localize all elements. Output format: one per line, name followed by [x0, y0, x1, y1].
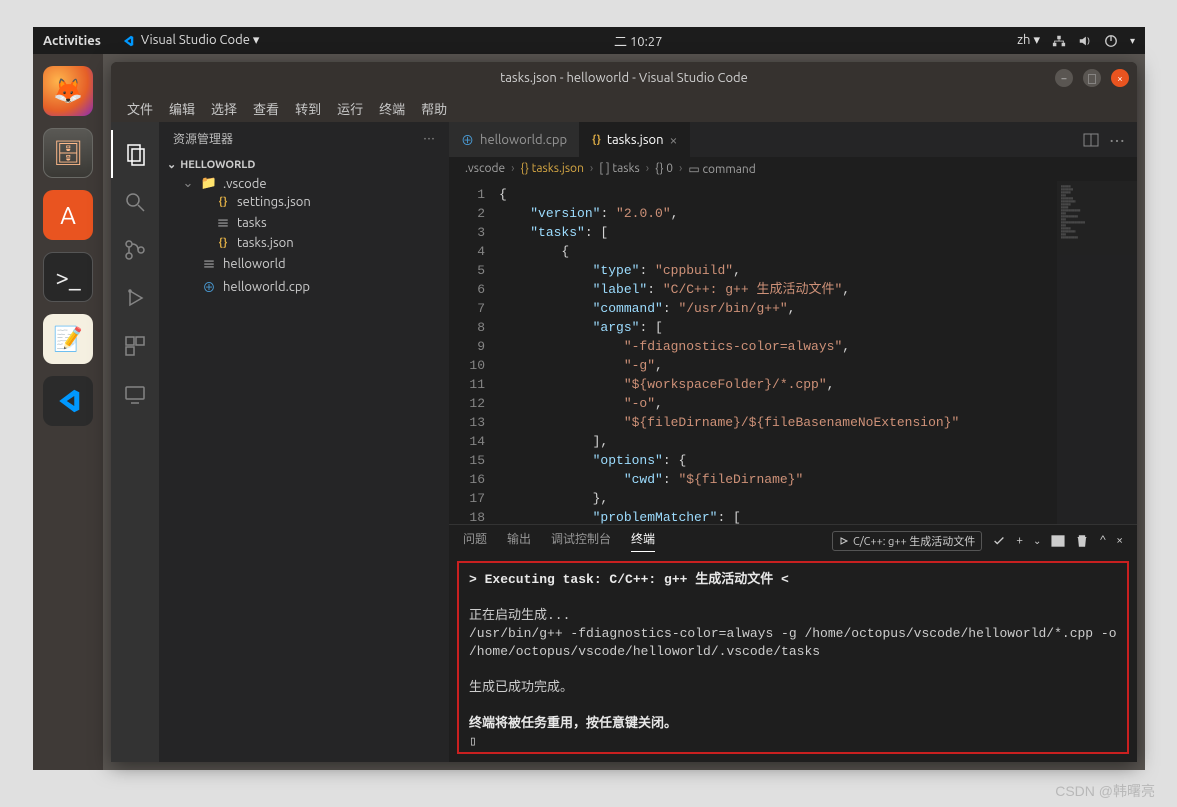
dock-software[interactable]: A: [43, 190, 93, 240]
activity-remote[interactable]: [111, 370, 159, 418]
editor-more-icon[interactable]: ⋯: [1109, 128, 1125, 152]
tree-root[interactable]: ⌄HELLOWORLD: [167, 155, 441, 174]
panel-close-icon[interactable]: ×: [1116, 534, 1123, 547]
activity-debug[interactable]: [111, 274, 159, 322]
terminal-output[interactable]: > Executing task: C/C++: g++ 生成活动文件 < 正在…: [457, 561, 1129, 754]
activity-bar: [111, 122, 159, 762]
terminal-new-icon[interactable]: +: [1016, 534, 1023, 547]
watermark: CSDN @韩曙亮: [1055, 781, 1155, 801]
vscode-window: tasks.json - helloworld - Visual Studio …: [111, 62, 1137, 762]
menu-file[interactable]: 文件: [119, 99, 161, 118]
editor-tabs: ⊕helloworld.cpp{}tasks.json× ⋯: [449, 122, 1137, 157]
sidebar-more-icon[interactable]: ⋯: [423, 130, 435, 147]
menu-edit[interactable]: 编辑: [161, 99, 203, 118]
app-menu[interactable]: Visual Studio Code ▾: [121, 33, 260, 48]
dock-texteditor[interactable]: 📝: [43, 314, 93, 364]
minimap[interactable]: ████████████████████████████████████████…: [1057, 181, 1137, 524]
tree-item[interactable]: {}settings.json: [167, 193, 441, 211]
menu-terminal[interactable]: 终端: [371, 99, 413, 118]
tree-item[interactable]: ⌄📁.vscode: [167, 174, 441, 193]
panel-tab-terminal[interactable]: 终端: [631, 530, 655, 552]
tree-item[interactable]: ≡helloworld: [167, 252, 441, 275]
window-titlebar[interactable]: tasks.json - helloworld - Visual Studio …: [111, 62, 1137, 94]
terminal-task-label[interactable]: C/C++: g++ 生成活动文件: [832, 531, 982, 551]
window-maximize[interactable]: □: [1083, 69, 1101, 87]
split-editor-icon[interactable]: [1083, 132, 1099, 148]
input-method[interactable]: zh ▾: [1017, 33, 1040, 48]
menu-help[interactable]: 帮助: [413, 99, 455, 118]
network-icon[interactable]: [1052, 34, 1066, 48]
editor-area: ⊕helloworld.cpp{}tasks.json× ⋯ .vscode› …: [449, 122, 1137, 762]
menu-go[interactable]: 转到: [287, 99, 329, 118]
code-editor[interactable]: 123456789101112131415161718 { "version":…: [449, 181, 1137, 524]
window-close[interactable]: ×: [1111, 69, 1129, 87]
editor-tab[interactable]: {}tasks.json×: [580, 122, 690, 157]
activity-scm[interactable]: [111, 226, 159, 274]
breadcrumb[interactable]: .vscode› {} tasks.json› [ ] tasks› {} 0›…: [449, 157, 1137, 181]
panel-tab-output[interactable]: 输出: [507, 530, 531, 551]
panel-tab-problems[interactable]: 问题: [463, 530, 487, 551]
bottom-panel: 问题 输出 调试控制台 终端 C/C++: g++ 生成活动文件: [449, 524, 1137, 762]
vscode-icon: [121, 34, 135, 48]
menubar: 文件 编辑 选择 查看 转到 运行 终端 帮助: [111, 94, 1137, 122]
activities-button[interactable]: Activities: [43, 34, 101, 48]
dock-vscode[interactable]: [43, 376, 93, 426]
editor-tab[interactable]: ⊕helloworld.cpp: [449, 122, 580, 157]
volume-icon[interactable]: [1078, 34, 1092, 48]
dock-terminal[interactable]: >_: [43, 252, 93, 302]
gnome-top-panel: Activities Visual Studio Code ▾ 二 10:27 …: [33, 27, 1145, 54]
terminal-dropdown-icon[interactable]: ⌄: [1033, 535, 1041, 547]
activity-explorer[interactable]: [111, 130, 159, 178]
activity-search[interactable]: [111, 178, 159, 226]
terminal-check-icon[interactable]: [992, 534, 1006, 548]
tree-item[interactable]: ⊕helloworld.cpp: [167, 275, 441, 298]
ubuntu-dock: 🦊 🗄 A >_ 📝: [33, 54, 103, 770]
terminal-kill-icon[interactable]: [1075, 534, 1089, 548]
tree-item[interactable]: ≡tasks: [167, 211, 441, 234]
panel-maximize-icon[interactable]: ^: [1099, 534, 1106, 547]
tree-item[interactable]: {}tasks.json: [167, 234, 441, 252]
menu-view[interactable]: 查看: [245, 99, 287, 118]
close-icon[interactable]: ×: [670, 132, 678, 148]
menu-run[interactable]: 运行: [329, 99, 371, 118]
clock[interactable]: 二 10:27: [259, 31, 1017, 50]
dock-files[interactable]: 🗄: [43, 128, 93, 178]
system-menu-chevron[interactable]: ▾: [1130, 35, 1135, 47]
sidebar-title: 资源管理器: [173, 130, 233, 147]
panel-tab-debugconsole[interactable]: 调试控制台: [551, 530, 611, 551]
power-icon[interactable]: [1104, 34, 1118, 48]
sidebar-explorer: 资源管理器 ⋯ ⌄HELLOWORLD ⌄📁.vscode{}settings.…: [159, 122, 449, 762]
terminal-split-icon[interactable]: [1051, 534, 1065, 548]
dock-firefox[interactable]: 🦊: [43, 66, 93, 116]
window-minimize[interactable]: –: [1055, 69, 1073, 87]
activity-extensions[interactable]: [111, 322, 159, 370]
menu-selection[interactable]: 选择: [203, 99, 245, 118]
window-title: tasks.json - helloworld - Visual Studio …: [500, 71, 748, 85]
